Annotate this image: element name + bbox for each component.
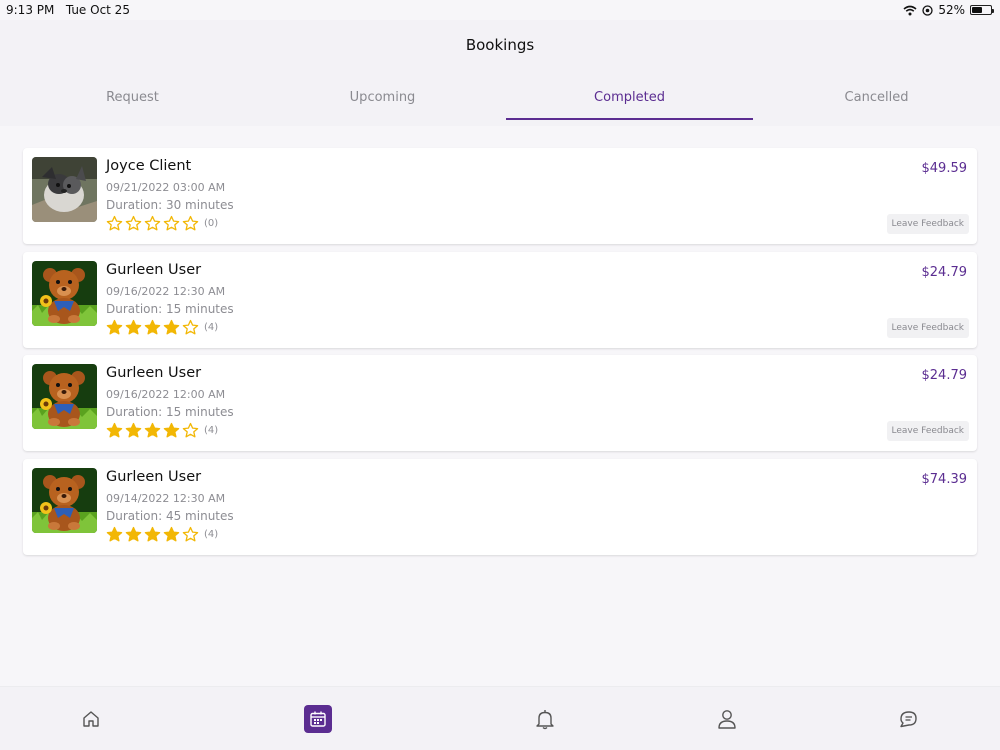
booking-date: 09/16/2022 12:00 AM (106, 388, 226, 401)
star-outline-icon (182, 215, 199, 231)
booking-price: $74.39 (921, 471, 968, 487)
leave-feedback-button[interactable]: Leave Feedback (886, 214, 969, 234)
client-name: Gurleen User (106, 468, 202, 485)
page-title: Bookings (465, 36, 535, 54)
client-name: Gurleen User (106, 261, 202, 278)
nav-notifications[interactable] (530, 704, 560, 734)
star-filled-icon (163, 422, 180, 438)
client-name: Gurleen User (106, 365, 202, 381)
booking-card[interactable]: Gurleen User 09/16/2022 12:30 AM Duration:… (23, 251, 977, 348)
booking-date: 09/14/2022 12:30 AM (106, 491, 226, 505)
client-name: Joyce Client (106, 158, 192, 174)
avatar (32, 364, 97, 429)
nav-profile[interactable] (712, 704, 742, 734)
star-filled-icon (106, 319, 123, 334)
booking-price: $24.79 (921, 264, 968, 280)
tab-upcoming[interactable]: Upcoming (259, 78, 506, 120)
nav-messages[interactable] (893, 704, 923, 734)
status-indicators: 52% (903, 3, 994, 17)
star-rating: (4) (106, 319, 218, 336)
star-outline-icon (106, 215, 123, 231)
booking-card[interactable]: Gurleen User 09/16/2022 12:00 AM Duration:… (23, 355, 977, 451)
avatar (32, 467, 97, 533)
booking-date: 09/21/2022 03:00 AM (106, 181, 226, 194)
star-filled-icon (106, 526, 123, 541)
leave-feedback-button[interactable]: Leave Feedback (886, 317, 969, 338)
star-filled-icon (163, 526, 180, 541)
booking-price: $49.59 (921, 161, 968, 176)
star-filled-icon (125, 526, 142, 541)
tab-request[interactable]: Request (6, 78, 259, 120)
calendar-icon (310, 711, 326, 727)
battery-percent: 52% (938, 3, 965, 17)
star-outline-icon (182, 319, 199, 334)
battery-icon (970, 5, 994, 15)
chat-icon (900, 711, 917, 728)
booking-card[interactable]: Gurleen User 09/14/2022 12:30 AM Duration:… (23, 458, 977, 555)
booking-duration: Duration: 45 minutes (106, 508, 234, 523)
star-outline-icon (125, 215, 142, 231)
booking-duration: Duration: 15 minutes (106, 405, 234, 419)
star-rating: (4) (106, 526, 218, 543)
star-outline-icon (182, 422, 199, 438)
user-icon (718, 710, 736, 729)
bell-icon (536, 710, 554, 730)
booking-duration: Duration: 30 minutes (106, 198, 234, 212)
rating-count: (4) (204, 425, 219, 436)
nav-home[interactable] (76, 704, 106, 734)
leave-feedback-button[interactable]: Leave Feedback (886, 421, 969, 441)
header: Bookings Request Upcoming Completed Canc… (0, 20, 1000, 126)
nav-bookings[interactable] (304, 705, 332, 733)
star-filled-icon (144, 319, 161, 334)
status-time: 9:13 PM Tue Oct 25 (6, 3, 130, 17)
star-outline-icon (163, 215, 180, 231)
booking-price: $24.79 (921, 368, 968, 383)
star-rating: (4) (106, 422, 218, 439)
home-icon (83, 711, 99, 727)
star-rating: (0) (106, 215, 218, 232)
status-bar: 9:13 PM Tue Oct 25 52% (0, 0, 1000, 20)
star-filled-icon (144, 526, 161, 541)
wifi-icon (903, 5, 917, 15)
star-filled-icon (125, 319, 142, 334)
star-outline-icon (182, 526, 199, 541)
tab-completed[interactable]: Completed (506, 78, 753, 120)
tab-cancelled[interactable]: Cancelled (753, 78, 1000, 120)
bottom-nav (0, 686, 1000, 750)
rating-count: (0) (204, 218, 219, 229)
booking-date: 09/16/2022 12:30 AM (106, 284, 226, 298)
booking-duration: Duration: 15 minutes (106, 301, 234, 316)
star-filled-icon (163, 319, 180, 334)
rating-count: (4) (204, 321, 219, 333)
booking-tabs: Request Upcoming Completed Cancelled (0, 78, 1000, 120)
star-filled-icon (106, 422, 123, 438)
booking-card[interactable]: Joyce Client 09/21/2022 03:00 AM Duration:… (23, 148, 977, 244)
location-icon (922, 4, 933, 16)
rating-count: (4) (204, 528, 219, 540)
star-filled-icon (144, 422, 161, 438)
star-filled-icon (125, 422, 142, 438)
star-outline-icon (144, 215, 161, 231)
booking-list: Joyce Client 09/21/2022 03:00 AM Duration:… (23, 148, 977, 562)
avatar (32, 260, 97, 326)
avatar (32, 157, 97, 222)
